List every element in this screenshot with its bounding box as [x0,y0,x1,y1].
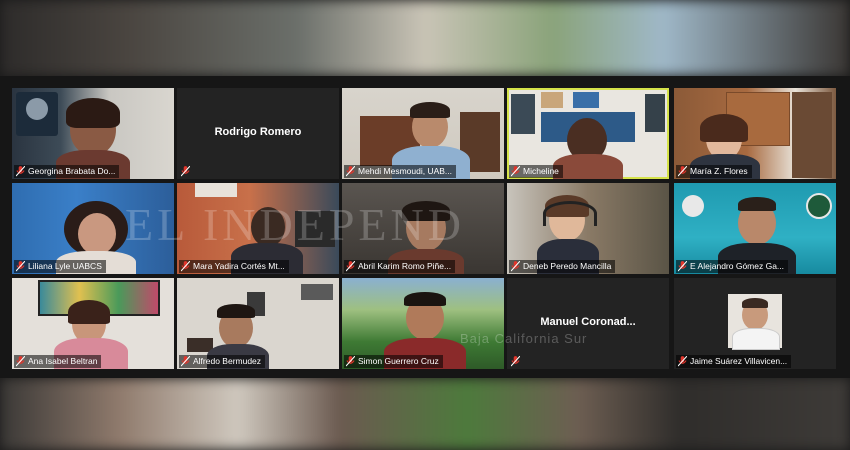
participant-tile[interactable]: Deneb Peredo Mancilla [507,183,669,274]
participant-name: María Z. Flores [676,165,752,178]
participant-name: Micheline [509,165,563,178]
mic-muted-icon [678,261,687,272]
participant-name: E Alejandro Gómez Ga... [676,260,789,273]
monitor [295,211,335,247]
participant-tile[interactable]: María Z. Flores [674,88,836,179]
participant-center-name: Manuel Coronad... [540,316,636,328]
participant-tile[interactable]: E Alejandro Gómez Ga... [674,183,836,274]
mic-muted-icon [181,261,190,272]
mic-muted-icon [181,356,190,367]
wall-picture [541,92,563,108]
mic-muted-icon [511,166,520,177]
wall-picture [511,94,535,134]
logo-icon [682,195,704,217]
mic-muted-icon [346,261,355,272]
participant-name: Abril Karim Romo Piñe... [344,260,456,273]
blurred-background-bottom [0,378,850,450]
participant-name [509,355,527,368]
mic-muted-icon [678,166,687,177]
participant-name: Liliana Lyle UABCS [14,260,106,273]
profile-picture [728,294,782,350]
mic-muted-icon [346,166,355,177]
mic-muted-icon [346,356,355,367]
participant-tile[interactable]: Liliana Lyle UABCS [12,183,174,274]
mic-muted-icon [16,166,25,177]
participant-tile[interactable]: Ana Isabel Beltran [12,278,174,369]
mic-muted-icon [181,166,190,177]
bookshelf [792,92,832,178]
wall-picture [301,284,333,300]
blurred-background-top [0,0,850,76]
participant-name: Mehdi Mesmoudi, UAB... [344,165,457,178]
participant-tile[interactable]: Simon Guerrero Cruz [342,278,504,369]
participant-tile[interactable]: Mehdi Mesmoudi, UAB... [342,88,504,179]
participant-name: Mara Yadira Cortés Mt... [179,260,289,273]
wall-picture [645,94,665,132]
video-gallery: Georgina Brabata Do... Rodrigo Romero Me… [0,76,850,378]
participant-tile[interactable]: Abril Karim Romo Piñe... [342,183,504,274]
participant-name: Ana Isabel Beltran [14,355,102,368]
wall-picture [573,92,599,108]
participant-tile[interactable]: Rodrigo Romero [177,88,339,179]
mic-muted-icon [678,356,687,367]
participant-tile[interactable]: Jaime Suárez Villavicen... [674,278,836,369]
participant-center-name: Rodrigo Romero [214,126,302,138]
participant-name: Simon Guerrero Cruz [344,355,443,368]
participant-name: Alfredo Bermudez [179,355,266,368]
participant-tile[interactable]: Alfredo Bermudez [177,278,339,369]
participant-tile[interactable]: Georgina Brabata Do... [12,88,174,179]
participant-name: Deneb Peredo Mancilla [509,260,616,273]
mic-muted-icon [16,356,25,367]
wall-sign [195,183,237,197]
participant-name [179,165,197,178]
participant-name: Georgina Brabata Do... [14,165,120,178]
mic-muted-icon [511,261,520,272]
mic-muted-icon [16,261,25,272]
participant-tile[interactable]: Manuel Coronad... [507,278,669,369]
mic-muted-icon [511,356,520,367]
participant-name: Jaime Suárez Villavicen... [676,355,792,368]
seal-icon [806,193,832,219]
headphones-icon [543,201,597,226]
participant-tile-active-speaker[interactable]: Micheline [507,88,669,179]
clock-icon [26,98,48,120]
participant-tile[interactable]: Mara Yadira Cortés Mt... [177,183,339,274]
